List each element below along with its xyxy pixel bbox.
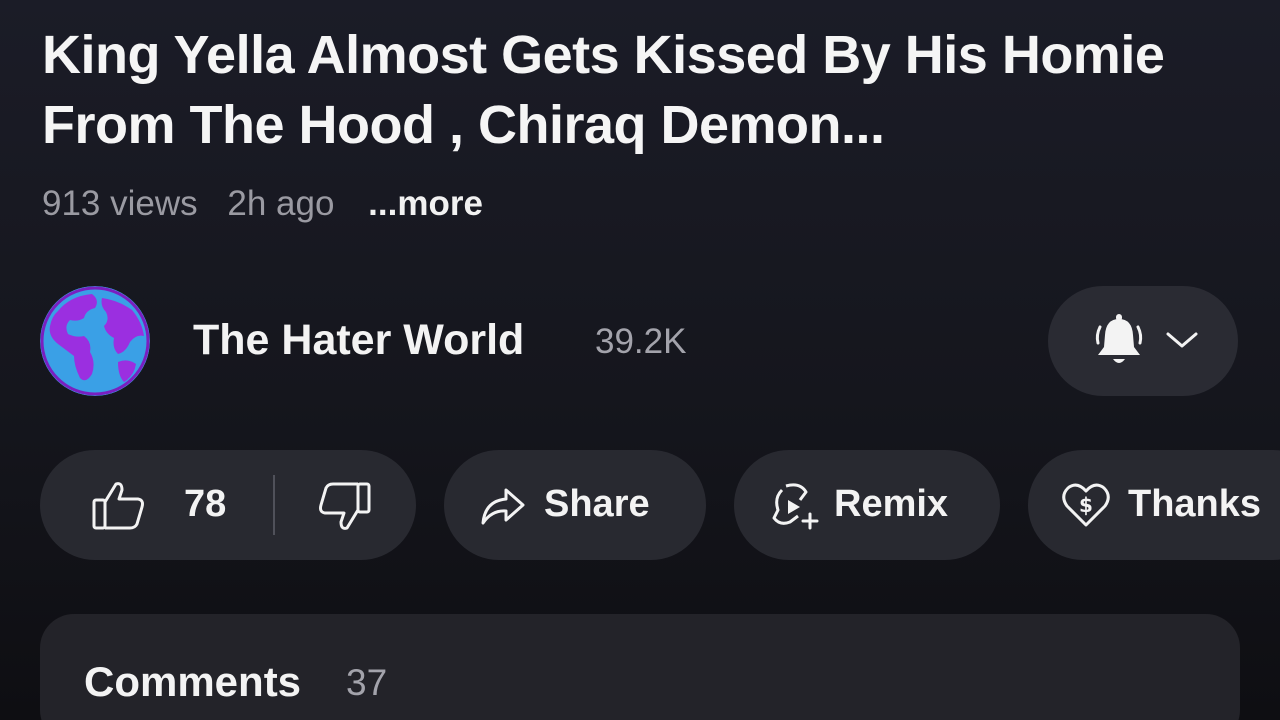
thanks-label: Thanks [1128, 483, 1262, 525]
channel-row: The Hater World 39.2K [40, 286, 1240, 396]
like-dislike-group: 78 [40, 450, 416, 560]
subscriber-count: 39.2K [595, 322, 687, 361]
video-details-panel: King Yella Almost Gets Kissed By His Hom… [0, 0, 1280, 720]
chevron-down-icon [1166, 332, 1198, 348]
more-link[interactable]: ...more [368, 184, 483, 223]
comments-count: 37 [346, 662, 388, 703]
video-meta[interactable]: 913 views 2h ago ...more [42, 184, 503, 224]
remix-button[interactable]: Remix [734, 450, 1000, 560]
channel-avatar[interactable] [40, 286, 150, 396]
svg-text:$: $ [1079, 493, 1093, 517]
notifications-button[interactable] [1048, 286, 1238, 396]
view-count: 913 views [42, 184, 198, 223]
thumbs-down-icon[interactable] [317, 482, 371, 532]
like-divider [273, 475, 275, 535]
video-title[interactable]: King Yella Almost Gets Kissed By His Hom… [42, 20, 1242, 160]
globe-icon [40, 286, 150, 396]
share-label: Share [544, 483, 650, 525]
upload-age: 2h ago [227, 184, 335, 223]
heart-dollar-icon: $ [1062, 483, 1110, 527]
like-count: 78 [184, 483, 227, 525]
remix-icon [772, 483, 819, 530]
remix-label: Remix [834, 483, 949, 525]
comments-title: Comments [84, 658, 302, 705]
action-bar: 78 Share Remix $ Thanks [40, 450, 1280, 560]
share-icon [481, 488, 525, 525]
share-button[interactable]: Share [444, 450, 706, 560]
bell-icon [1095, 314, 1143, 363]
thumbs-up-icon[interactable] [92, 480, 146, 530]
thanks-button[interactable]: $ Thanks [1028, 450, 1280, 560]
comments-panel[interactable]: Comments 37 [40, 614, 1240, 720]
channel-name[interactable]: The Hater World [193, 316, 524, 365]
